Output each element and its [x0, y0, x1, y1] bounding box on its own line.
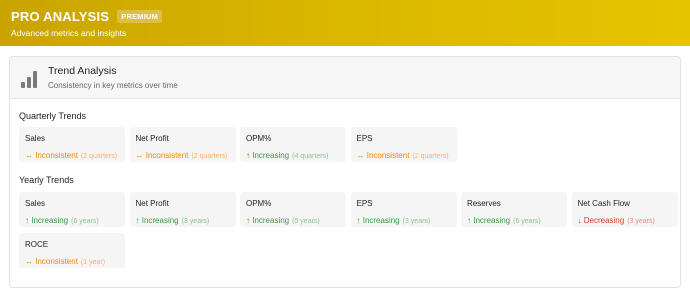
header-subtitle: Advanced metrics and insights	[11, 28, 127, 38]
trend-status: ↑ Increasing (6 years)	[25, 216, 119, 225]
card-subtitle: Consistency in key metrics over time	[48, 81, 178, 90]
trend-status-label: ↑ Increasing	[135, 216, 179, 225]
header-title: PRO ANALYSIS	[11, 9, 110, 24]
trend-duration: (1 year)	[80, 259, 106, 266]
metric-name: Net Profit	[135, 199, 169, 208]
metric-name: ROCE	[25, 240, 49, 249]
quarterly-trends-heading: Quarterly Trends	[19, 111, 87, 121]
premium-badge: PREMIUM	[117, 10, 163, 23]
trend-status-label: ↔ Inconsistent	[135, 151, 189, 160]
trend-status: ↑ Increasing (4 quarters)	[246, 151, 340, 160]
metric-name: OPM%	[246, 199, 272, 208]
bar-chart-icon	[21, 68, 39, 88]
trend-status-label: ↑ Increasing	[246, 216, 290, 225]
trend-duration: (6 years)	[513, 218, 541, 225]
metric-name: Sales	[25, 134, 46, 143]
trend-status: ↓ Decreasing (3 years)	[578, 216, 672, 225]
trend-analysis-card: Trend Analysis Consistency in key metric…	[9, 56, 681, 288]
trend-status: ↔ Inconsistent (2 quarters)	[136, 151, 230, 160]
trend-status-label: ↑ Increasing	[356, 216, 400, 225]
trend-status: ↑ Increasing (5 years)	[246, 216, 340, 225]
trend-status: ↔ Inconsistent (2 quarters)	[357, 151, 451, 160]
card-title: Trend Analysis	[48, 65, 117, 77]
metric-name: OPM%	[246, 134, 272, 143]
metric-name: Net Cash Flow	[577, 199, 630, 208]
pro-analysis-header: PRO ANALYSIS PREMIUM Advanced metrics an…	[0, 0, 690, 46]
trend-tile: EPS ↔ Inconsistent (2 quarters)	[350, 127, 457, 162]
trend-tile: Sales ↔ Inconsistent (2 quarters)	[19, 127, 125, 162]
trend-tile: OPM% ↑ Increasing (4 quarters)	[240, 127, 346, 162]
trend-status-label: ↔ Inconsistent	[356, 151, 410, 160]
trend-status-label: ↑ Increasing	[246, 151, 290, 160]
trend-duration: (3 years)	[181, 218, 210, 225]
trend-duration: (2 quarters)	[412, 153, 449, 160]
trend-duration: (6 years)	[71, 218, 99, 225]
trend-tile: Net Profit ↑ Increasing (3 years)	[129, 192, 236, 227]
trend-duration: (3 years)	[627, 218, 655, 225]
trend-tile: Net Profit ↔ Inconsistent (2 quarters)	[129, 127, 236, 162]
trend-tile: EPS ↑ Increasing (3 years)	[350, 192, 457, 227]
trend-status: ↑ Increasing (6 years)	[467, 216, 561, 225]
trend-status-label: ↑ Increasing	[467, 216, 511, 225]
metric-name: Net Profit	[135, 134, 169, 143]
trend-tile: Net Cash Flow ↓ Decreasing (3 years)	[571, 192, 678, 227]
trend-duration: (4 quarters)	[292, 153, 329, 160]
metric-name: EPS	[356, 134, 373, 143]
metric-name: Sales	[25, 199, 46, 208]
trend-status-label: ↑ Increasing	[25, 216, 69, 225]
trend-status: ↔ Inconsistent (2 quarters)	[25, 151, 119, 160]
card-header: Trend Analysis Consistency in key metric…	[10, 57, 680, 99]
trend-status: ↔ Inconsistent (1 year)	[25, 257, 119, 266]
metric-name: Reserves	[467, 199, 501, 208]
trend-tile: Reserves ↑ Increasing (6 years)	[461, 192, 567, 227]
trend-tile: OPM% ↑ Increasing (5 years)	[240, 192, 346, 227]
trend-status-label: ↔ Inconsistent	[25, 151, 78, 160]
trend-tile: Sales ↑ Increasing (6 years)	[19, 192, 125, 227]
yearly-trends-heading: Yearly Trends	[19, 175, 74, 185]
trend-status: ↑ Increasing (3 years)	[357, 216, 451, 225]
trend-duration: (2 quarters)	[80, 153, 118, 160]
trend-tile: ROCE ↔ Inconsistent (1 year)	[19, 233, 125, 268]
trend-status-label: ↔ Inconsistent	[25, 257, 78, 266]
metric-name: EPS	[356, 199, 373, 208]
trend-duration: (3 years)	[402, 218, 431, 225]
trend-status: ↑ Increasing (3 years)	[136, 216, 230, 225]
trend-duration: (2 quarters)	[191, 153, 228, 160]
trend-status-label: ↓ Decreasing	[577, 216, 625, 225]
trend-duration: (5 years)	[292, 218, 320, 225]
